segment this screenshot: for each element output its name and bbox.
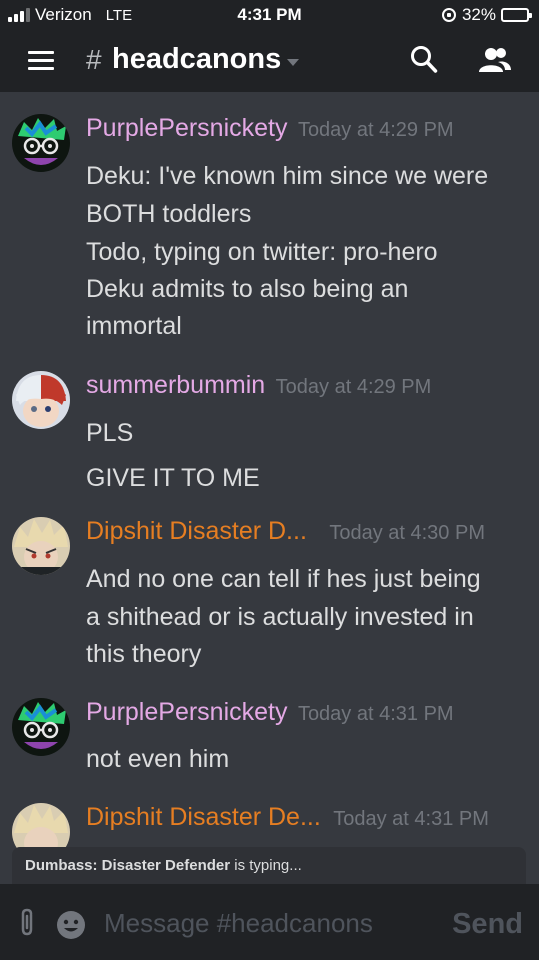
- battery-icon: [501, 8, 532, 22]
- username[interactable]: PurplePersnickety: [86, 698, 287, 726]
- message-text: PLS: [86, 419, 134, 447]
- message-text: Deku: I've known him since we were: [86, 162, 489, 190]
- message-text: this theory: [86, 640, 202, 668]
- timestamp: Today at 4:31 PM: [297, 703, 454, 725]
- battery-percent: 32%: [461, 5, 496, 24]
- message-header: PurplePersnickety Today at 4:31 PM: [86, 698, 454, 727]
- timestamp: Today at 4:31 PM: [333, 808, 489, 830]
- timestamp: Today at 4:29 PM: [297, 119, 454, 141]
- message-text: And no one can tell if hes just being: [86, 565, 481, 593]
- message-header: Dipshit Disaster De... Today at 4:31 PM: [86, 803, 489, 832]
- typing-user: Dumbass: Disaster Defender: [25, 857, 231, 874]
- members-icon[interactable]: [478, 46, 512, 74]
- timestamp: Today at 4:29 PM: [275, 376, 432, 398]
- message-text: not even him: [86, 745, 230, 773]
- search-icon[interactable]: [410, 45, 438, 75]
- message-composer: Send: [0, 884, 539, 960]
- message-text: a shithead or is actually invested in: [86, 603, 474, 631]
- chevron-down-icon[interactable]: [287, 59, 299, 66]
- typing-text: Dumbass: Disaster Defender is typing...: [25, 857, 302, 874]
- username[interactable]: Dipshit Disaster D...: [86, 517, 307, 545]
- message-header: summerbummin Today at 4:29 PM: [86, 371, 431, 400]
- channel-header: # headcanons: [0, 30, 539, 92]
- message-text: Deku admits to also being an: [86, 275, 409, 303]
- typing-suffix: is typing...: [234, 857, 302, 874]
- username[interactable]: summerbummin: [86, 371, 265, 399]
- paperclip-icon[interactable]: [17, 908, 39, 938]
- avatar[interactable]: [12, 371, 70, 429]
- avatar[interactable]: [12, 517, 70, 575]
- username[interactable]: Dipshit Disaster De...: [86, 803, 321, 831]
- message-header: Dipshit Disaster D... Today at 4:30 PM: [86, 517, 485, 546]
- channel-title[interactable]: headcanons: [112, 43, 281, 76]
- message-text: immortal: [86, 312, 182, 340]
- status-bar: Verizon LTE 4:31 PM 32%: [0, 0, 539, 30]
- typing-indicator: Dumbass: Disaster Defender is typing...: [12, 847, 526, 884]
- status-right: 32%: [441, 5, 532, 25]
- message-text: Todo, typing on twitter: pro-hero: [86, 238, 438, 266]
- message-text: BOTH toddlers: [86, 200, 252, 228]
- emoji-icon[interactable]: [56, 910, 86, 940]
- username[interactable]: PurplePersnickety: [86, 114, 287, 142]
- message-input[interactable]: [104, 904, 424, 942]
- channel-hash: #: [86, 44, 102, 75]
- message-text: GIVE IT TO ME: [86, 464, 260, 492]
- hamburger-menu-icon[interactable]: [28, 51, 54, 71]
- send-button[interactable]: Send: [452, 908, 523, 941]
- timestamp: Today at 4:30 PM: [329, 522, 485, 544]
- avatar[interactable]: [12, 114, 70, 172]
- avatar[interactable]: [12, 698, 70, 756]
- rotation-lock-icon: [441, 8, 456, 22]
- message-header: PurplePersnickety Today at 4:29 PM: [86, 114, 454, 143]
